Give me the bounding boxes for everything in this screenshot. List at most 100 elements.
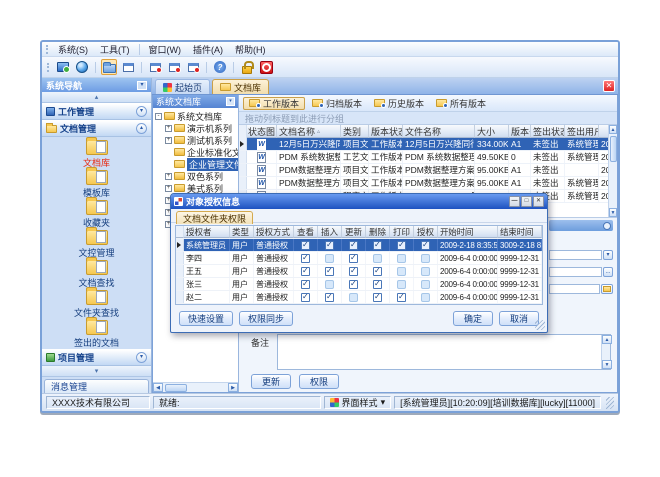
menu-system[interactable]: 系统(S) (53, 43, 93, 56)
exit-icon[interactable] (258, 59, 274, 75)
col-category[interactable]: 类别 (341, 125, 369, 138)
version-filter-button[interactable]: 归档版本 (307, 97, 367, 110)
window-icon[interactable] (120, 59, 136, 75)
menu-tools[interactable]: 工具(T) (95, 43, 135, 56)
tree-twisty-icon[interactable]: + (165, 173, 172, 180)
menu-plugins[interactable]: 插件(A) (188, 43, 228, 56)
col-clipped[interactable] (599, 125, 608, 138)
print-checkbox[interactable] (397, 293, 406, 302)
document-row[interactable]: PDM数据整理方案2.doc 项目文档 工作版本 PDM数据整理方案2.doc … (239, 177, 608, 190)
insert-checkbox[interactable] (325, 267, 334, 276)
col-status[interactable]: 状态图 (247, 125, 277, 138)
tab-start-page[interactable]: 起始页 (155, 79, 210, 94)
scroll-thumb[interactable] (610, 136, 617, 162)
close-icon[interactable]: ✕ (533, 196, 544, 207)
tree-twisty-icon[interactable] (165, 149, 172, 156)
col-type[interactable]: 类型 (230, 226, 254, 238)
col-end-time[interactable]: 结束时间 (498, 226, 542, 238)
update-checkbox[interactable] (349, 267, 358, 276)
sidebar-item[interactable]: 收藏夹 (42, 200, 151, 230)
dialog-resize-grip[interactable] (535, 320, 545, 330)
col-delete[interactable]: 删除 (366, 226, 390, 238)
view-checkbox[interactable] (301, 293, 310, 302)
col-checkout-state[interactable]: 签出状态 (531, 125, 565, 138)
sidebar-item[interactable]: 文档库 (42, 140, 151, 170)
menu-help[interactable]: 帮助(H) (230, 43, 271, 56)
tree-twisty-icon[interactable] (165, 161, 172, 168)
tree-twisty-icon[interactable]: + (165, 185, 172, 192)
tree-twisty-icon[interactable]: + (165, 125, 172, 132)
message-management-tab[interactable]: 消息管理 (44, 379, 149, 393)
update-checkbox[interactable] (349, 254, 358, 263)
print-checkbox[interactable] (397, 254, 406, 263)
scroll-left-icon[interactable]: ◀ (153, 383, 163, 392)
remark-textarea[interactable]: ▲ ▼ (277, 334, 611, 370)
tab-doc-library[interactable]: 文档库 (212, 79, 269, 94)
tree-header-button[interactable]: ▾ (226, 97, 235, 106)
document-row[interactable]: PDM 系统数据整理检... 工艺文档 工作版本 PDM 系统数据整理... 4… (239, 151, 608, 164)
col-mode[interactable]: 授权方式 (254, 226, 294, 238)
delete-checkbox[interactable] (373, 293, 382, 302)
dropdown-button[interactable]: ▾ (603, 250, 613, 260)
open-folder-icon[interactable] (101, 59, 117, 75)
tree-item[interactable]: + 测试机系列 (153, 134, 238, 146)
delete-checkbox[interactable] (373, 280, 382, 289)
sidebar-item[interactable]: 文档查找 (42, 259, 151, 289)
col-grant[interactable]: 授权 (414, 226, 438, 238)
tree-item[interactable]: + 演示机系列 (153, 122, 238, 134)
permission-row[interactable]: 赵二 用户 普通授权 2009-6-4 0:00:00 9999-12-31 2… (176, 291, 542, 304)
document-row[interactable]: 12月5日万兴隆同行... 项目文档 工作版本 12月5日万兴隆同行... 33… (239, 138, 608, 151)
col-version[interactable]: 版本号 (509, 125, 531, 138)
mail-receive-icon[interactable] (166, 59, 182, 75)
print-checkbox[interactable] (397, 267, 406, 276)
tree-twisty-icon[interactable]: - (155, 113, 162, 120)
ui-style-cell[interactable]: 界面样式 ▾ (324, 396, 392, 409)
expand-work-button[interactable]: ▾ (136, 106, 147, 117)
version-filter-button[interactable]: 工作版本 (243, 97, 305, 110)
pin-button[interactable]: ▾ (137, 81, 147, 90)
help-icon[interactable]: ? (212, 59, 228, 75)
sidebar-group-doc[interactable]: 文档管理 ▴ (42, 120, 151, 137)
col-name[interactable]: 文档名称▵ (277, 125, 341, 138)
update-checkbox[interactable] (349, 280, 358, 289)
maximize-icon[interactable]: □ (521, 196, 532, 207)
permission-sync-button[interactable]: 权限同步 (239, 311, 293, 326)
property-input[interactable] (549, 284, 600, 294)
delete-checkbox[interactable] (373, 241, 382, 250)
grant-checkbox[interactable] (421, 254, 430, 263)
tree-item[interactable]: - 系统文档库 (153, 110, 238, 122)
group-by-bar[interactable]: 拖动列标题到此进行分组 (239, 112, 617, 125)
scroll-up-icon[interactable]: ▲ (602, 335, 612, 344)
grant-checkbox[interactable] (421, 267, 430, 276)
col-view[interactable]: 查看 (294, 226, 318, 238)
remark-scrollbar[interactable]: ▲ ▼ (601, 335, 610, 369)
version-filter-button[interactable]: 历史版本 (369, 97, 429, 110)
update-checkbox[interactable] (349, 293, 358, 302)
table-vertical-scrollbar[interactable]: ▲ ▼ (608, 125, 617, 217)
collapse-doc-button[interactable]: ▴ (136, 123, 147, 134)
minimize-icon[interactable]: — (509, 196, 520, 207)
col-insert[interactable]: 插入 (318, 226, 342, 238)
col-update[interactable]: 更新 (342, 226, 366, 238)
col-file-name[interactable]: 文件名称 (403, 125, 475, 138)
insert-checkbox[interactable] (325, 293, 334, 302)
col-checkout-user[interactable]: 签出用户 (565, 125, 599, 138)
mail-manage-icon[interactable] (185, 59, 201, 75)
sidebar-item[interactable]: 签出的文档 (42, 319, 151, 349)
insert-checkbox[interactable] (325, 254, 334, 263)
dialog-titlebar[interactable]: 对象授权信息 — □ ✕ (171, 194, 547, 209)
sidebar-item[interactable]: 文件夹查找 (42, 289, 151, 319)
tree-item[interactable]: + 双色系列 (153, 170, 238, 182)
grant-checkbox[interactable] (421, 293, 430, 302)
col-version-state[interactable]: 版本状态 (369, 125, 403, 138)
globe-icon[interactable] (74, 59, 90, 75)
version-filter-button[interactable]: 所有版本 (431, 97, 491, 110)
permission-button[interactable]: 权限 (299, 374, 339, 389)
tree-item[interactable]: 企业标准化文件 (153, 146, 238, 158)
scroll-right-icon[interactable]: ▶ (228, 383, 238, 392)
col-grantee[interactable]: 授权者 (184, 226, 230, 238)
col-start-time[interactable]: 开始时间 (438, 226, 498, 238)
sidebar-item[interactable]: 文控管理 (42, 230, 151, 260)
computer-connect-icon[interactable] (55, 59, 71, 75)
update-checkbox[interactable] (349, 241, 358, 250)
